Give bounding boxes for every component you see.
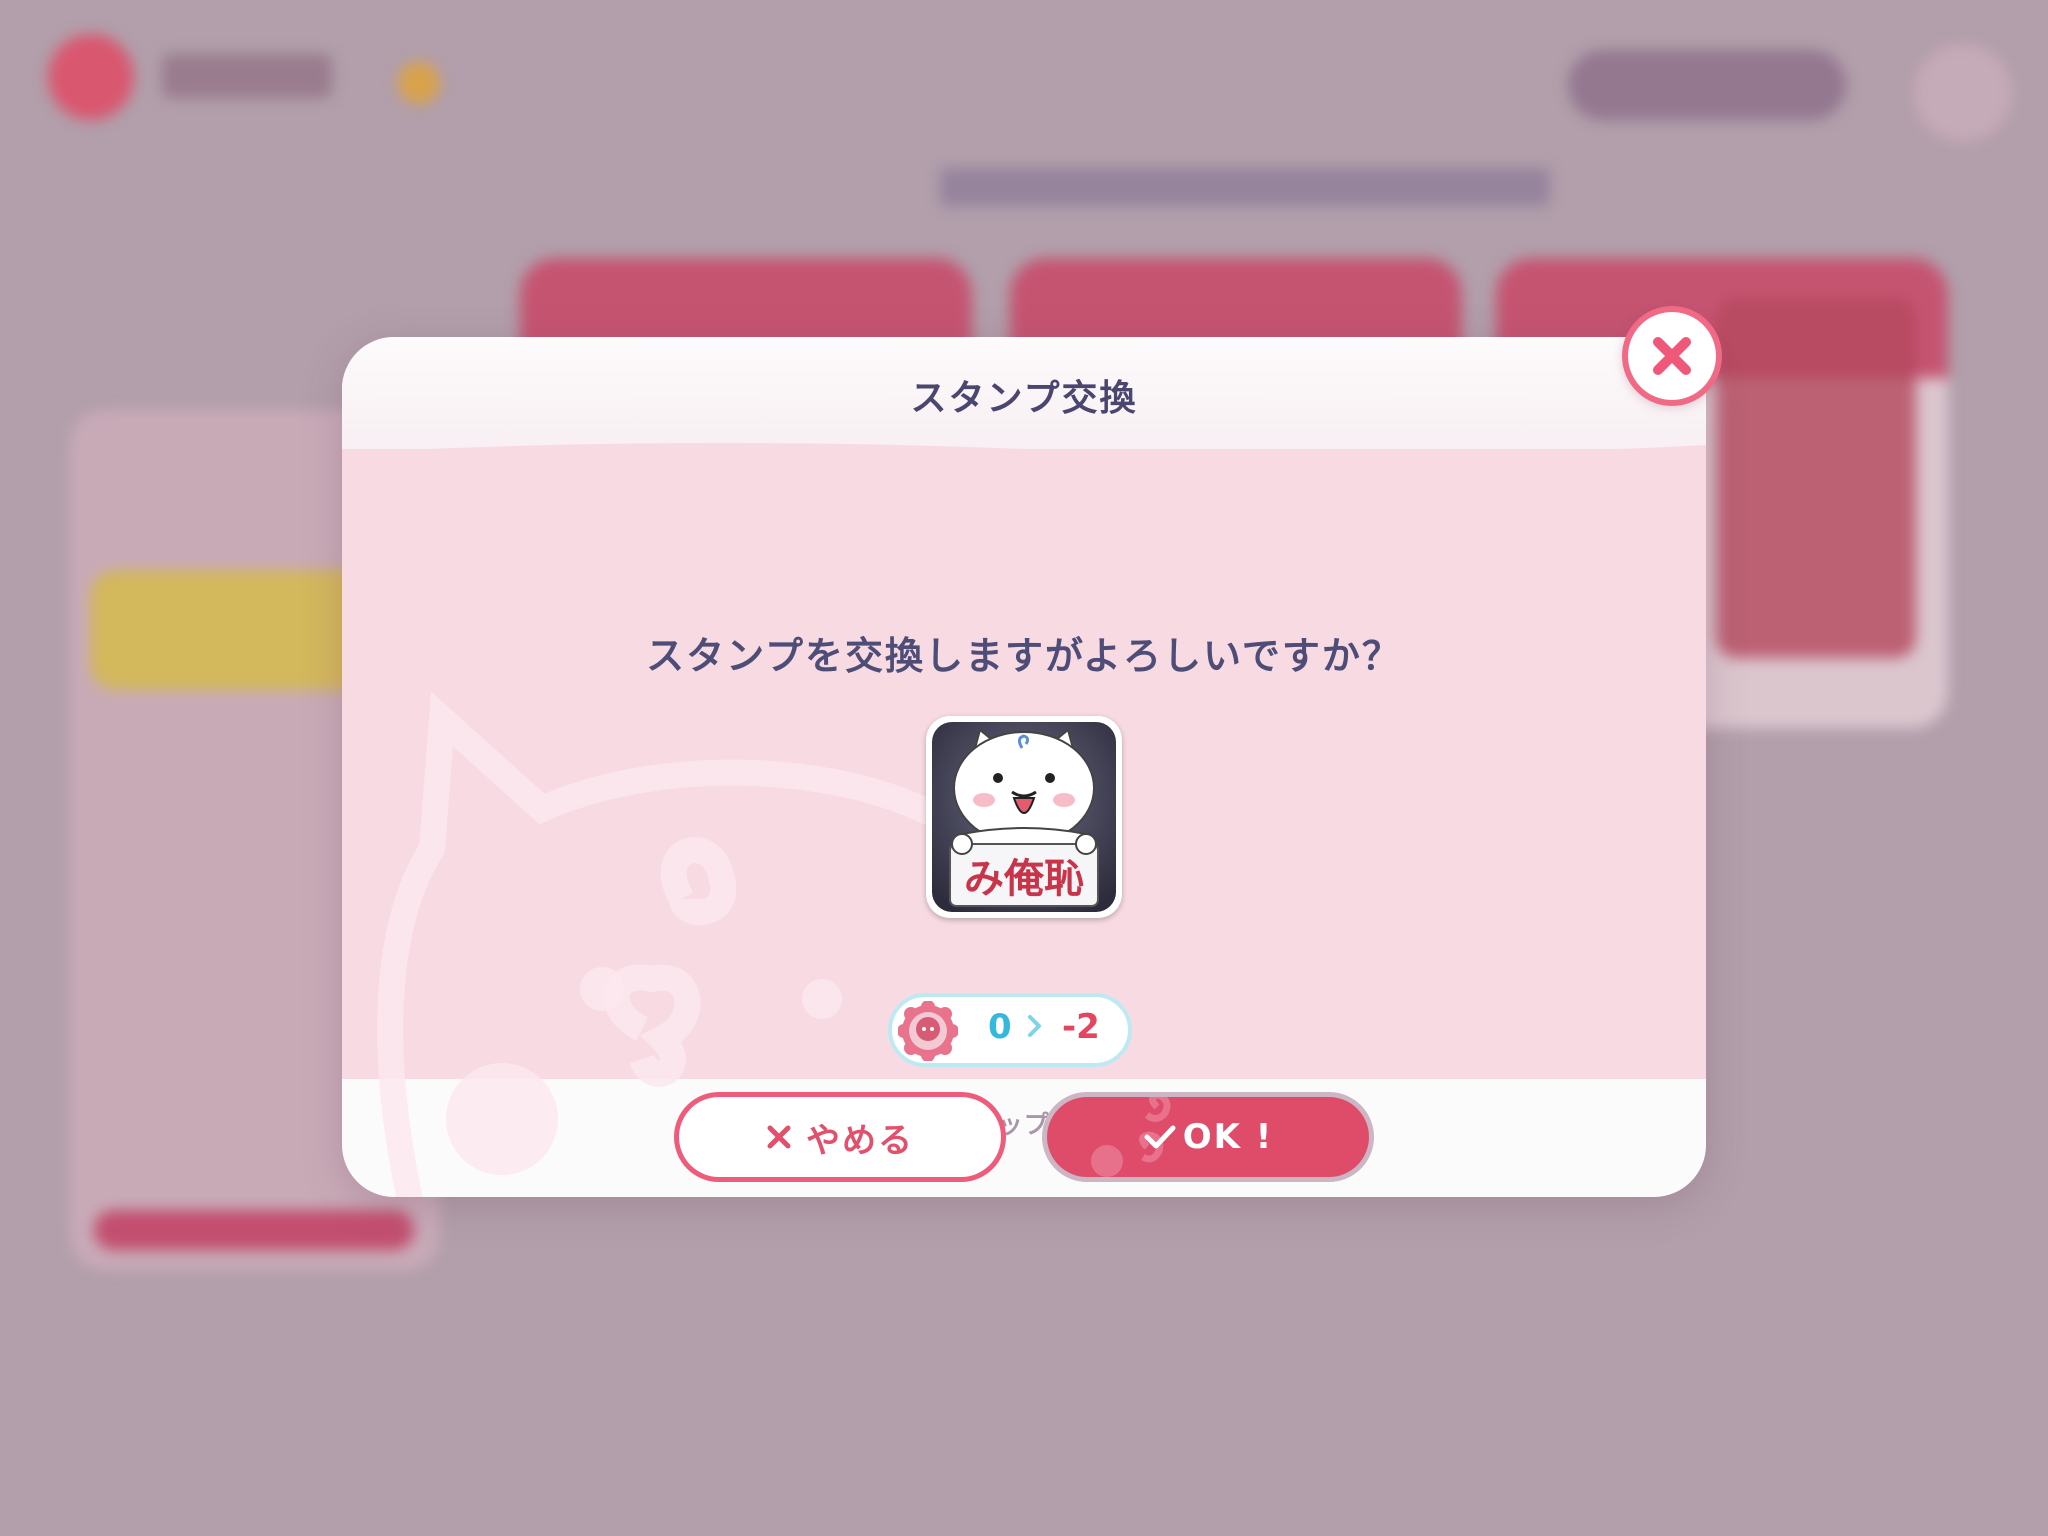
confirm-question: スタンプを交換しますがよろしいですか？ <box>646 634 1402 678</box>
dialog-body: スタンプを交換しますがよろしいですか？ み俺恥 0 -2 交換特典はメンバーシッ… <box>342 442 1706 1197</box>
cancel-button-label: やめる <box>806 1120 914 1161</box>
chevron-right-icon <box>1028 1015 1041 1037</box>
cost-indicator: 0 -2 <box>888 993 1132 1067</box>
stamp-sign-text: み俺恥 <box>964 856 1084 902</box>
close-icon <box>767 1125 791 1149</box>
member-coin-icon <box>898 1001 958 1061</box>
header-pill-blurred <box>1568 50 1846 120</box>
menu-button-blurred <box>1914 44 2012 142</box>
dialog-close-button[interactable] <box>1622 306 1722 406</box>
stamp-exchange-dialog: スタンプ交換 スタンプを交換しますがよろしいですか？ み俺恥 0 -2 交換特典… <box>342 337 1706 1197</box>
cost-after-value: -2 <box>1062 1007 1100 1047</box>
dialog-title: スタンプ交換 <box>910 378 1138 419</box>
white-cat-stamp-icon: み俺恥 <box>932 722 1116 912</box>
subtitle-blurred <box>940 168 1550 206</box>
ok-button-label: OK ! <box>1182 1117 1274 1157</box>
header-wave-divider <box>342 442 1706 465</box>
badge-icon <box>398 62 440 104</box>
close-icon <box>1653 337 1691 375</box>
exchange-note: 交換特典はメンバーシップ解約後も使用できます <box>738 1110 1310 1139</box>
cost-current-value: 0 <box>988 1007 1012 1047</box>
stamp-preview-image: み俺恥 <box>926 716 1122 918</box>
side-panel-bar <box>94 1210 414 1250</box>
cancel-button[interactable]: やめる <box>674 1092 1006 1182</box>
ok-button[interactable]: OK ! <box>1042 1092 1374 1182</box>
app-logo <box>48 34 134 120</box>
check-icon <box>1144 1125 1176 1149</box>
channel-name-blurred <box>162 54 332 98</box>
